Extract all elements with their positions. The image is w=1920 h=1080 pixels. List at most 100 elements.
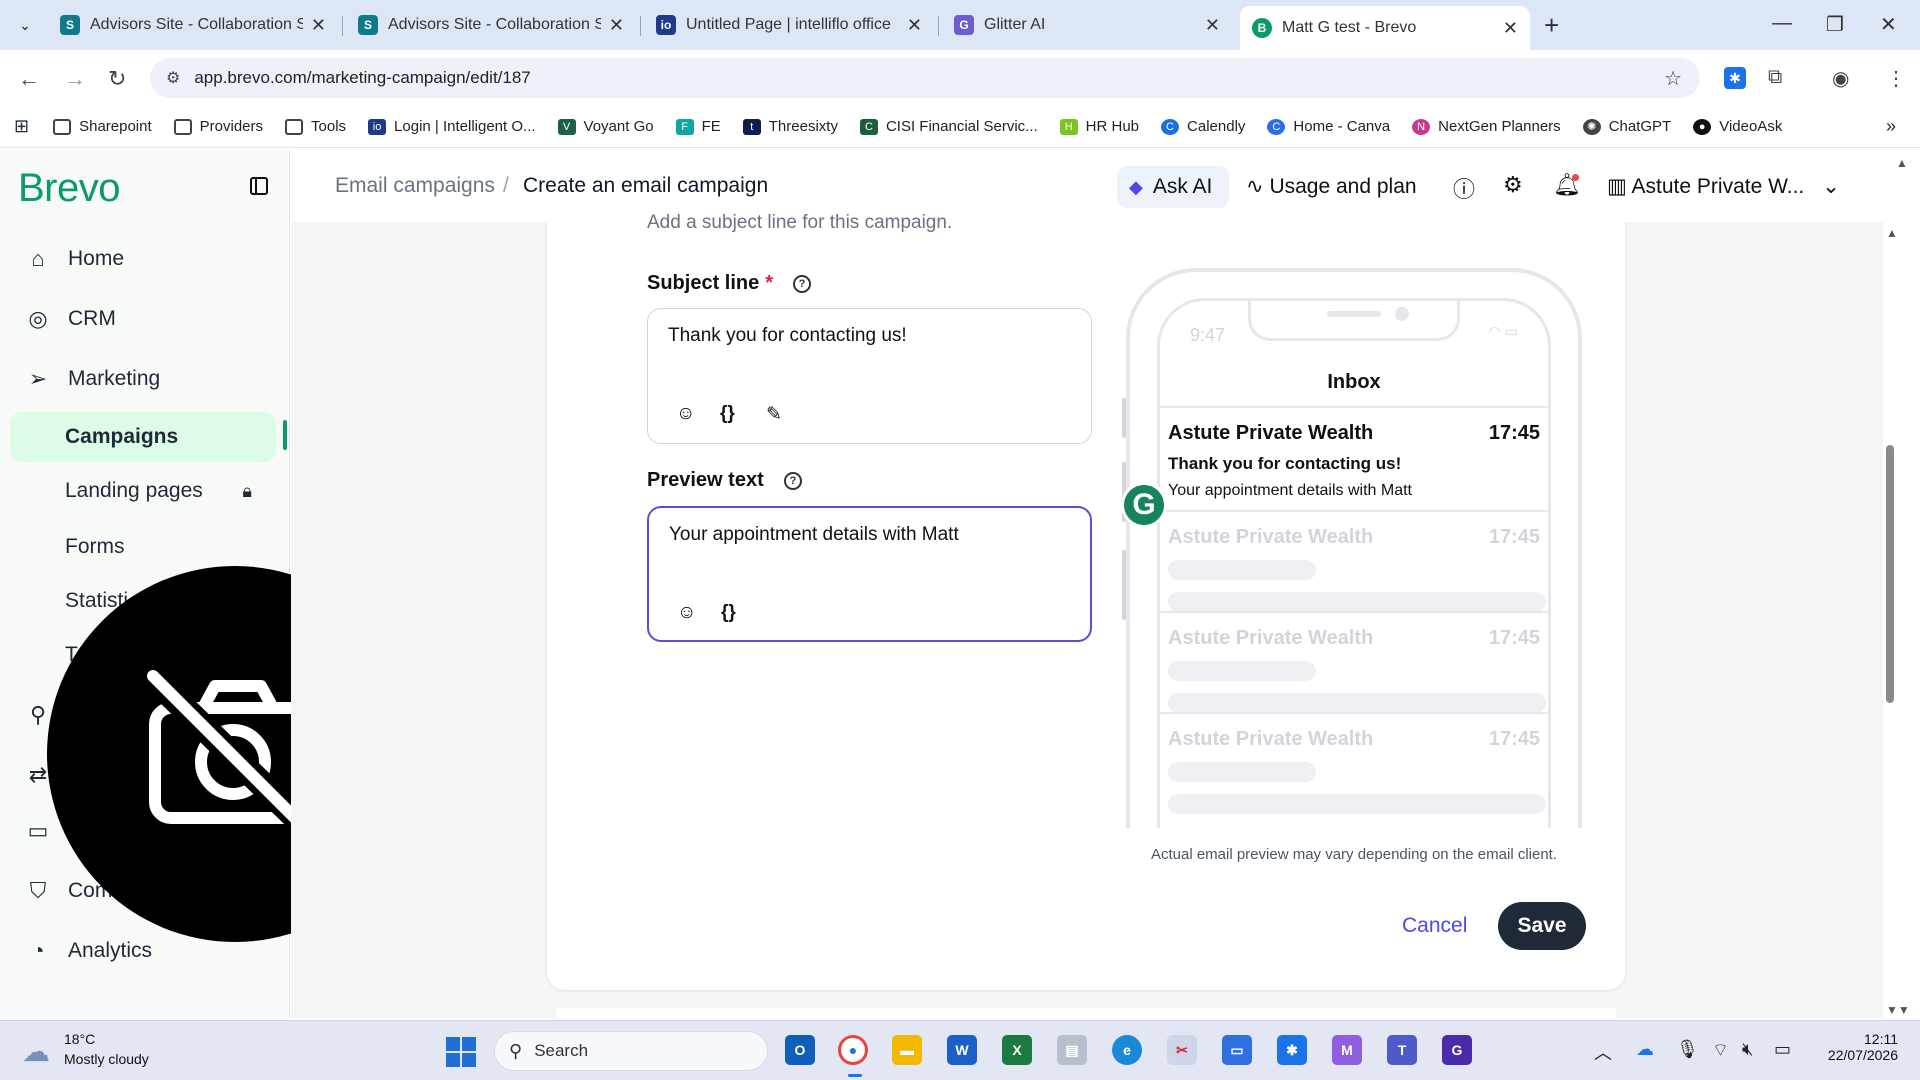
app-window-icon[interactable]: ▭ — [1222, 1035, 1252, 1065]
battery-icon[interactable]: ▭ — [1774, 1039, 1791, 1060]
ask-ai-button[interactable]: ◆ Ask AI — [1117, 166, 1229, 208]
file-explorer-icon[interactable]: ▬ — [892, 1035, 922, 1065]
extension-icon[interactable]: ✱ — [1724, 66, 1746, 89]
app-icon[interactable]: ▤ — [1057, 1035, 1087, 1065]
account-menu[interactable]: ▥ Astute Private W... ⌄ — [1607, 174, 1840, 199]
usage-and-plan-button[interactable]: ∿ Usage and plan — [1246, 174, 1417, 199]
browser-tab[interactable]: io Untitled Page | intelliflo office ✕ — [644, 8, 934, 42]
bookmark-item[interactable]: t Threesixty — [742, 118, 838, 135]
excel-icon[interactable]: X — [1002, 1035, 1032, 1065]
extensions-puzzle-icon[interactable]: ⧉ — [1768, 66, 1782, 89]
save-button[interactable]: Save — [1498, 902, 1586, 950]
skeleton-line — [1168, 560, 1316, 580]
cancel-button[interactable]: Cancel — [1402, 914, 1467, 938]
edge-icon[interactable]: e — [1112, 1035, 1142, 1065]
bookmark-item[interactable]: F FE — [675, 118, 721, 135]
bookmark-item[interactable]: ✺ ChatGPT — [1582, 118, 1671, 135]
grammarly-icon[interactable]: G — [1121, 482, 1167, 528]
bookmark-item[interactable]: C CISI Financial Servic... — [859, 118, 1038, 135]
close-tab-icon[interactable]: ✕ — [609, 15, 624, 36]
browser-tab[interactable]: S Advisors Site - Collaboration Sit ✕ — [48, 8, 338, 42]
apps-grid-icon[interactable]: ⊞ — [14, 116, 29, 137]
intelliflo-icon: io — [368, 118, 387, 135]
brevo-logo[interactable]: Brevo — [18, 166, 121, 211]
browser-menu-icon[interactable]: ⋮ — [1886, 66, 1906, 91]
volume-muted-icon[interactable]: 🔇︎ — [1742, 1039, 1753, 1060]
close-tab-icon[interactable]: ✕ — [311, 15, 326, 36]
close-tab-icon[interactable]: ✕ — [1205, 15, 1220, 36]
chrome-icon[interactable]: ● — [838, 1035, 868, 1065]
snipping-tool-icon[interactable]: ✂ — [1167, 1035, 1197, 1065]
bookmark-item[interactable]: Tools — [285, 118, 346, 135]
more-bookmarks-icon[interactable]: » — [1886, 116, 1896, 137]
bookmark-item[interactable]: io Login | Intelligent O... — [368, 118, 536, 135]
breadcrumb-separator: / — [503, 174, 509, 197]
subject-line-input[interactable]: Thank you for contacting us! ☺ {} ✎ — [647, 308, 1092, 444]
scroll-thumb[interactable] — [1886, 445, 1894, 703]
outlook-icon[interactable]: O — [785, 1035, 815, 1065]
glitter-app-icon[interactable]: G — [1442, 1035, 1472, 1065]
wifi-icon[interactable]: ⌔ — [1712, 1039, 1729, 1062]
nav-forms[interactable]: Forms — [10, 522, 276, 572]
scroll-up-arrow-icon[interactable]: ▲ — [1896, 156, 1908, 170]
subject-help-icon[interactable]: ? — [793, 275, 811, 293]
emoji-icon[interactable]: ☺ — [677, 602, 696, 624]
inbox-message: Astute Private Wealth 17:45 Thank you fo… — [1160, 406, 1548, 508]
close-tab-icon[interactable]: ✕ — [907, 15, 922, 36]
show-hidden-icons-icon[interactable]: ︿ — [1594, 1039, 1612, 1065]
browser-tab[interactable]: S Advisors Site - Collaboration Sit ✕ — [346, 8, 636, 42]
onedrive-icon[interactable]: ☁ — [1636, 1039, 1654, 1060]
bookmark-star-icon[interactable]: ☆ — [1664, 66, 1682, 91]
nav-landing-pages[interactable]: Landing pages 🔒︎ — [10, 466, 276, 516]
browser-tab[interactable]: G Glitter AI ✕ — [942, 8, 1232, 42]
scroll-up-arrow-icon[interactable]: ▲ — [1886, 226, 1898, 240]
close-window-icon[interactable]: ✕ — [1880, 12, 1897, 37]
personalization-braces-icon[interactable]: {} — [720, 403, 735, 425]
emoji-icon[interactable]: ☺ — [676, 403, 695, 425]
minimize-icon[interactable]: — — [1772, 12, 1792, 35]
profile-icon[interactable]: ◉ — [1832, 66, 1849, 91]
ai-wand-icon[interactable]: ✎ — [766, 403, 782, 426]
microphone-icon[interactable]: 🎙︎ — [1676, 1039, 1699, 1060]
bookmark-item[interactable]: V Voyant Go — [557, 118, 654, 135]
site-settings-icon[interactable]: ⚙ — [166, 68, 180, 88]
bookmark-item[interactable]: Sharepoint — [53, 118, 152, 135]
browser-tab-active[interactable]: B Matt G test - Brevo ✕ — [1240, 6, 1530, 50]
close-tab-icon[interactable]: ✕ — [1503, 18, 1518, 39]
bookmark-item[interactable]: C Home - Canva — [1267, 118, 1390, 135]
settings-app-icon[interactable]: ✱ — [1277, 1035, 1307, 1065]
hrhub-icon: H — [1059, 118, 1078, 135]
preview-help-icon[interactable]: ? — [784, 472, 802, 490]
bookmark-item[interactable]: H HR Hub — [1059, 118, 1139, 135]
restore-icon[interactable]: ❐ — [1826, 12, 1844, 37]
voyant-icon: V — [557, 118, 576, 135]
tab-search-chevron-icon[interactable]: ⌄ — [10, 10, 40, 40]
nav-home[interactable]: ⌂ Home — [10, 234, 276, 284]
settings-gear-icon[interactable]: ⚙ — [1503, 172, 1523, 198]
bookmark-item[interactable]: ● VideoAsk — [1693, 118, 1782, 135]
new-tab-icon[interactable]: + — [1544, 10, 1559, 41]
start-button[interactable] — [446, 1037, 476, 1067]
forward-icon[interactable]: → — [64, 66, 86, 92]
word-icon[interactable]: W — [947, 1035, 977, 1065]
scroll-down-arrow-icon[interactable]: ▼▼ — [1886, 1003, 1910, 1017]
nav-marketing[interactable]: ➢ Marketing — [10, 354, 276, 404]
collapse-sidebar-icon[interactable] — [250, 177, 268, 195]
lock-icon: 🔒︎ — [242, 480, 252, 501]
nav-crm[interactable]: ◎ CRM — [10, 294, 276, 344]
taskbar-clock[interactable]: 12:11 22/07/2026 — [1818, 1031, 1898, 1063]
preview-text-input[interactable]: Your appointment details with Matt ☺ {} — [647, 506, 1092, 642]
taskbar-search[interactable]: ⚲ Search — [494, 1031, 768, 1071]
nav-campaigns[interactable]: Campaigns — [10, 412, 276, 462]
bookmark-item[interactable]: C Calendly — [1161, 118, 1245, 135]
personalization-braces-icon[interactable]: {} — [721, 602, 736, 624]
reload-icon[interactable]: ↻ — [108, 66, 126, 92]
back-icon[interactable]: ← — [18, 66, 40, 92]
help-icon[interactable]: ⓘ — [1453, 172, 1475, 204]
m365-icon[interactable]: M — [1332, 1035, 1362, 1065]
bookmark-item[interactable]: N NextGen Planners — [1412, 118, 1561, 135]
bookmark-item[interactable]: Providers — [173, 118, 263, 135]
breadcrumb-email-campaigns[interactable]: Email campaigns — [335, 174, 495, 198]
teams-icon[interactable]: T — [1387, 1035, 1417, 1065]
url-bar[interactable]: ⚙ app.brevo.com/marketing-campaign/edit/… — [150, 58, 1700, 98]
